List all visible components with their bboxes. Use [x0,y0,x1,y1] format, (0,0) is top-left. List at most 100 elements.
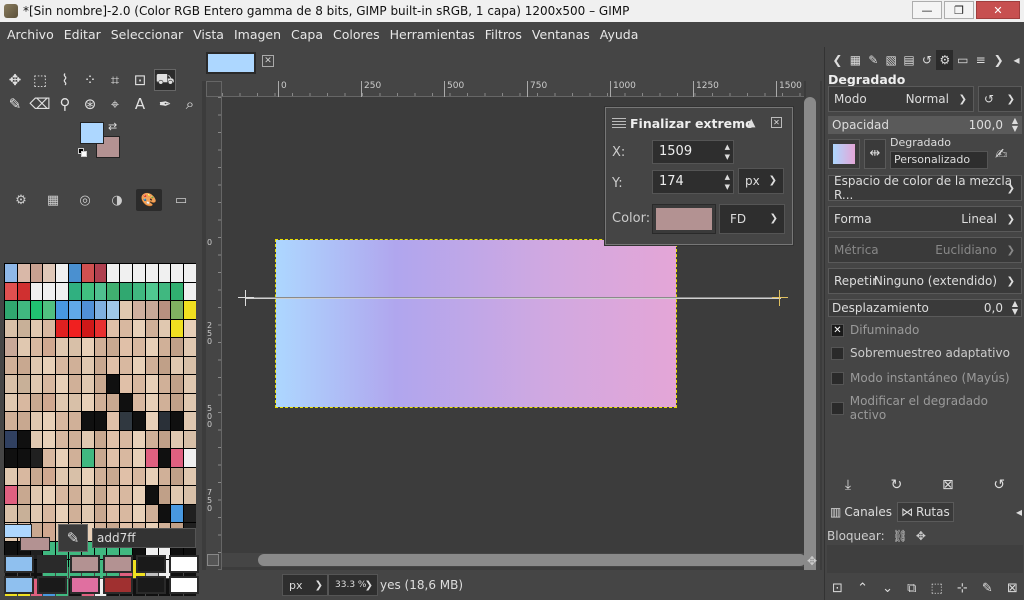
eraser-tool-icon[interactable]: ⌫ [29,93,51,115]
palette-swatch[interactable] [30,338,43,356]
dither-option[interactable]: ✕ Difuminado [831,323,919,337]
palette-swatch[interactable] [132,356,145,374]
palette-swatch[interactable] [120,264,132,282]
palette-swatch[interactable] [132,504,145,522]
endpoint-unit-select[interactable]: px ❯ [738,168,784,194]
text-tool-icon[interactable]: A [129,93,151,115]
color-palette[interactable] [4,263,196,596]
bg-color-small[interactable] [20,537,50,551]
palette-swatch[interactable] [56,393,68,411]
palette-swatch[interactable] [120,486,132,504]
palette-swatch[interactable] [158,319,171,337]
palette-swatch[interactable] [184,486,196,504]
palette-swatch[interactable] [171,319,184,337]
move-tool-icon[interactable]: ✥ [4,69,26,91]
x-coordinate-field[interactable]: 1509 ▲ ▼ [652,140,734,164]
gradient-tool-icon[interactable]: ⛟ [154,69,176,91]
quick-mask-icon[interactable] [207,554,219,566]
menu-archivo[interactable]: Archivo [2,27,59,42]
palette-swatch[interactable] [81,338,94,356]
gradient-name-field[interactable]: Personalizado [890,151,988,169]
instant-mode-checkbox[interactable] [831,371,844,385]
palette-swatch[interactable] [56,264,68,282]
palette-swatch[interactable] [43,282,56,300]
endpoint-color-button[interactable] [652,204,716,234]
palette-swatch[interactable] [5,467,17,485]
palette-swatch[interactable] [81,467,94,485]
palette-swatch[interactable] [43,449,56,467]
menu-seleccionar[interactable]: Seleccionar [106,27,188,42]
palette-swatch[interactable] [94,338,107,356]
palette-swatch[interactable] [94,412,107,430]
palette-swatch[interactable] [120,319,132,337]
palette-swatch[interactable] [158,504,171,522]
recent-color-swatch[interactable] [70,555,100,573]
palette-swatch[interactable] [158,282,171,300]
lock-position-icon[interactable]: ✥ [916,529,926,543]
fg-color-small[interactable] [4,524,32,538]
palette-swatch[interactable] [30,282,43,300]
palette-swatch[interactable] [171,301,184,319]
palette-swatch[interactable] [43,504,56,522]
palette-swatch[interactable] [94,430,107,448]
tool-options-tab-icon[interactable]: ⚙ [8,189,34,211]
palette-swatch[interactable] [5,504,17,522]
recent-color-swatch[interactable] [70,576,100,594]
menu-filtros[interactable]: Filtros [480,27,527,42]
palette-swatch[interactable] [184,356,196,374]
horizontal-ruler[interactable]: 0 250 500 750 1000 1250 1500 [222,81,804,97]
palette-swatch[interactable] [171,393,184,411]
palette-swatch[interactable] [158,338,171,356]
palette-swatch[interactable] [171,338,184,356]
menu-vista[interactable]: Vista [188,27,229,42]
palette-swatch[interactable] [43,301,56,319]
edit-gradient-icon[interactable]: ✍ [995,145,1008,163]
color-picker-tool-icon[interactable]: ✒ [154,93,176,115]
palette-swatch[interactable] [132,301,145,319]
palette-swatch[interactable] [94,356,107,374]
decrement-icon[interactable]: ▼ [725,183,730,191]
collapse-arrow-icon[interactable]: ▲ [747,116,755,129]
image-tab-thumbnail[interactable] [206,52,256,74]
zoom-select[interactable]: 33.3 % ❯ [328,574,378,596]
palette-swatch[interactable] [184,301,196,319]
clone-tool-icon[interactable]: ⚲ [54,93,76,115]
palette-swatch[interactable] [17,356,30,374]
smudge-tool-icon[interactable]: ⊛ [79,93,101,115]
palette-swatch[interactable] [5,375,17,393]
palette-swatch[interactable] [132,319,145,337]
palette-swatch[interactable] [56,449,68,467]
palette-swatch[interactable] [56,375,68,393]
palette-swatch[interactable] [145,430,158,448]
palette-swatch[interactable] [68,412,81,430]
palette-swatch[interactable] [145,375,158,393]
palette-swatch[interactable] [132,449,145,467]
recent-color-swatch[interactable] [4,555,34,573]
repeat-select[interactable]: Repetir Ninguno (extendido) ❯ [828,268,1022,294]
palette-swatch[interactable] [30,301,43,319]
palette-swatch[interactable] [17,282,30,300]
palette-swatch[interactable] [30,375,43,393]
close-tab-icon[interactable]: ✕ [262,55,274,67]
palette-swatch[interactable] [5,412,17,430]
palette-swatch[interactable] [68,467,81,485]
palette-swatch[interactable] [171,412,184,430]
palette-swatch[interactable] [56,356,68,374]
palette-swatch[interactable] [120,412,132,430]
recent-color-swatch[interactable] [4,576,34,594]
palette-swatch[interactable] [158,412,171,430]
undo-history-tab-icon[interactable]: ↺ [919,50,936,70]
reset-options-icon[interactable]: ↺ [993,477,1005,493]
palettes-tab-icon[interactable]: 🎨 [136,189,162,211]
palettes-tab-icon[interactable]: ▤ [901,50,918,70]
palette-swatch[interactable] [68,486,81,504]
new-path-icon[interactable]: ⊡ [832,581,843,596]
color-dialog-icon[interactable]: ✎ [58,524,88,552]
recent-color-swatch[interactable] [169,576,199,594]
palette-swatch[interactable] [145,486,158,504]
scroll-right-icon[interactable]: ❯ [990,50,1007,70]
palette-swatch[interactable] [56,486,68,504]
opacity-slider[interactable]: Opacidad 100,0 ▲ ▼ [828,116,1022,134]
vertical-ruler[interactable]: 0 2 5 0 5 0 0 7 5 0 [206,97,222,597]
offset-slider[interactable]: Desplazamiento 0,0 ▲ ▼ [828,299,1022,317]
